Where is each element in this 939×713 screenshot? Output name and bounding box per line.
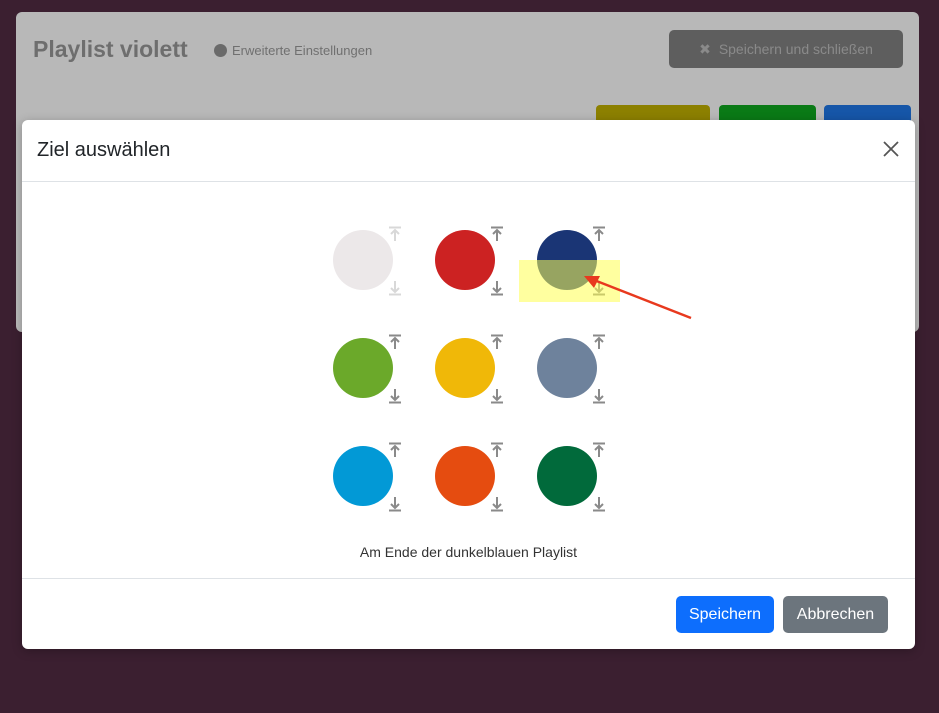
- playlist-color-circle[interactable]: [333, 446, 393, 506]
- playlist-color-circle[interactable]: [435, 446, 495, 506]
- insert-top-arrow-icon[interactable]: [592, 442, 606, 458]
- playlist-color-circle[interactable]: [333, 230, 393, 290]
- insert-bottom-arrow-icon[interactable]: [592, 280, 606, 296]
- close-icon: ✖: [699, 40, 711, 57]
- background-settings-link: Erweiterte Einstellungen: [214, 43, 372, 58]
- insert-top-arrow-icon[interactable]: [388, 334, 402, 350]
- insert-bottom-arrow-icon[interactable]: [490, 280, 504, 296]
- insert-bottom-arrow-icon[interactable]: [592, 388, 606, 404]
- gear-icon: [214, 44, 227, 57]
- playlist-color-circle[interactable]: [435, 338, 495, 398]
- playlist-swatch: [333, 334, 401, 404]
- playlist-swatch: [537, 334, 605, 404]
- playlist-swatch: [435, 226, 503, 296]
- cancel-button[interactable]: Abbrechen: [783, 596, 888, 633]
- background-save-close-label: Speichern und schließen: [718, 41, 873, 57]
- insert-top-arrow-icon[interactable]: [490, 442, 504, 458]
- insert-top-arrow-icon[interactable]: [592, 334, 606, 350]
- playlist-swatch: [333, 226, 401, 296]
- background-save-close-button: ✖ Speichern und schließen: [669, 30, 903, 68]
- playlist-color-circle[interactable]: [333, 338, 393, 398]
- selection-status-text: Am Ende der dunkelblauen Playlist: [359, 544, 578, 560]
- modal-header: Ziel auswählen: [22, 120, 915, 182]
- insert-bottom-arrow-icon[interactable]: [490, 496, 504, 512]
- playlist-swatch: [435, 334, 503, 404]
- playlist-swatch: [537, 226, 605, 296]
- background-page-title: Playlist violett: [33, 36, 188, 62]
- playlist-color-grid: [333, 226, 623, 516]
- insert-bottom-arrow-icon[interactable]: [388, 280, 402, 296]
- playlist-color-circle[interactable]: [537, 338, 597, 398]
- insert-top-arrow-icon[interactable]: [388, 442, 402, 458]
- insert-bottom-arrow-icon[interactable]: [490, 388, 504, 404]
- insert-top-arrow-icon[interactable]: [388, 226, 402, 242]
- insert-top-arrow-icon[interactable]: [490, 226, 504, 242]
- playlist-swatch: [333, 442, 401, 512]
- save-button[interactable]: Speichern: [676, 596, 774, 633]
- insert-bottom-arrow-icon[interactable]: [388, 388, 402, 404]
- playlist-color-circle[interactable]: [537, 446, 597, 506]
- modal-title: Ziel auswählen: [37, 139, 171, 161]
- playlist-color-circle[interactable]: [537, 230, 597, 290]
- modal-footer: Speichern Abbrechen: [22, 578, 915, 649]
- insert-bottom-arrow-icon[interactable]: [388, 496, 402, 512]
- playlist-swatch: [537, 442, 605, 512]
- insert-top-arrow-icon[interactable]: [592, 226, 606, 242]
- target-select-modal: Ziel auswählen Am Ende der dunkelblauen …: [22, 120, 915, 649]
- close-icon[interactable]: [881, 139, 901, 159]
- insert-bottom-arrow-icon[interactable]: [592, 496, 606, 512]
- playlist-swatch: [435, 442, 503, 512]
- insert-top-arrow-icon[interactable]: [490, 334, 504, 350]
- background-settings-label: Erweiterte Einstellungen: [232, 43, 373, 58]
- playlist-color-circle[interactable]: [435, 230, 495, 290]
